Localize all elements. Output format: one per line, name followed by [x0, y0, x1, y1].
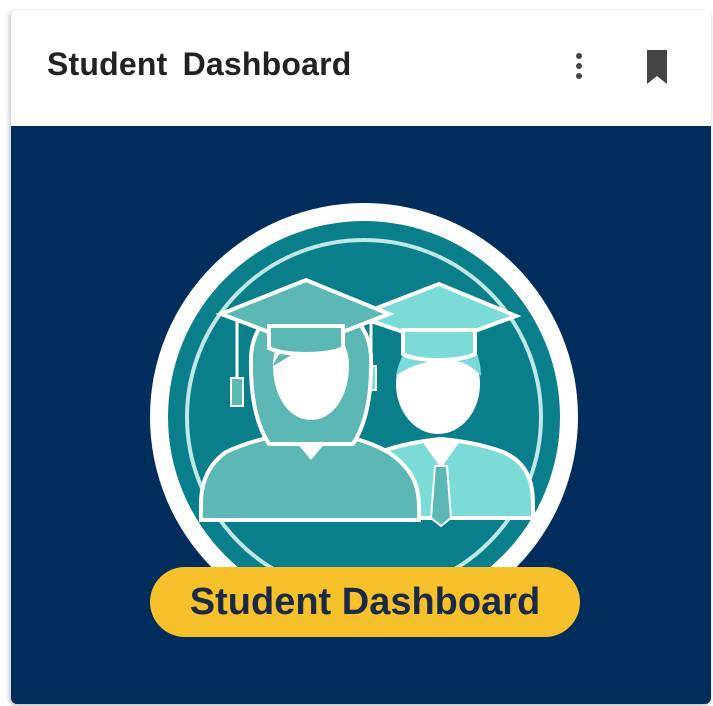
card-header: Student Dashboard	[11, 10, 711, 126]
more-options-button[interactable]	[563, 48, 595, 88]
more-vertical-icon	[576, 53, 582, 79]
app-card[interactable]: Student Dashboard Student Dashboard	[11, 10, 711, 704]
card-image[interactable]: Student Dashboard	[11, 126, 711, 704]
card-title: Student Dashboard	[47, 46, 352, 82]
card-image-label: Student Dashboard	[150, 567, 580, 637]
card-image-label-text: Student Dashboard	[189, 580, 541, 623]
bookmark-icon	[647, 50, 667, 84]
bookmark-button[interactable]	[639, 46, 675, 90]
